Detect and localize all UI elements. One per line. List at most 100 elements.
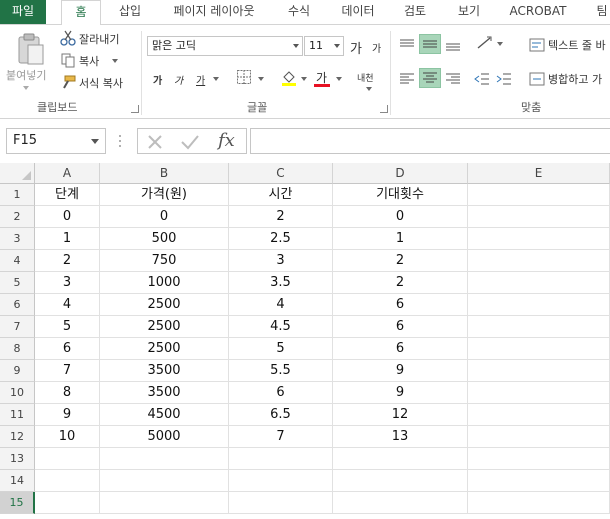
more-options-icon[interactable] — [118, 133, 122, 149]
cell-a2[interactable]: 0 — [35, 206, 100, 228]
cell-e11[interactable] — [468, 404, 610, 426]
cell-a3[interactable]: 1 — [35, 228, 100, 250]
phonetic-button[interactable]: 내천 — [357, 71, 374, 84]
cell-b3[interactable]: 500 — [100, 228, 229, 250]
tab-acrobat[interactable]: ACROBAT — [503, 0, 573, 24]
borders-icon[interactable] — [236, 69, 252, 85]
orientation-dropdown-arrow[interactable] — [497, 42, 503, 46]
cell-d7[interactable]: 6 — [333, 316, 468, 338]
cell-d14[interactable] — [333, 470, 468, 492]
copy-button[interactable]: 복사 — [79, 53, 99, 69]
decrease-indent-icon[interactable] — [474, 71, 490, 85]
cell-d8[interactable]: 6 — [333, 338, 468, 360]
column-header-b[interactable]: B — [100, 163, 229, 184]
cell-a14[interactable] — [35, 470, 100, 492]
wrap-text-button[interactable]: 텍스트 줄 바 — [548, 37, 606, 53]
cell-c1[interactable]: 시간 — [229, 184, 333, 206]
cell-b11[interactable]: 4500 — [100, 404, 229, 426]
cell-c10[interactable]: 6 — [229, 382, 333, 404]
paste-icon[interactable] — [14, 31, 48, 67]
row-header-11[interactable]: 11 — [0, 404, 35, 426]
cell-b7[interactable]: 2500 — [100, 316, 229, 338]
cell-a11[interactable]: 9 — [35, 404, 100, 426]
cell-c3[interactable]: 2.5 — [229, 228, 333, 250]
row-header-12[interactable]: 12 — [0, 426, 35, 448]
align-bottom-icon[interactable] — [445, 37, 461, 51]
cell-d6[interactable]: 6 — [333, 294, 468, 316]
row-header-5[interactable]: 5 — [0, 272, 35, 294]
row-header-8[interactable]: 8 — [0, 338, 35, 360]
cell-e2[interactable] — [468, 206, 610, 228]
cell-c7[interactable]: 4.5 — [229, 316, 333, 338]
row-header-6[interactable]: 6 — [0, 294, 35, 316]
spreadsheet-grid[interactable]: A B C D E 1 단계 가격(원) 시간 기대횟수 2 0 0 2 0 3 1 500 2.5 1 4 2 750 3 2… — [0, 163, 610, 519]
cell-c4[interactable]: 3 — [229, 250, 333, 272]
cell-e4[interactable] — [468, 250, 610, 272]
cell-d3[interactable]: 1 — [333, 228, 468, 250]
cell-a6[interactable]: 4 — [35, 294, 100, 316]
tab-view[interactable]: 보기 — [449, 0, 489, 24]
cell-e9[interactable] — [468, 360, 610, 382]
cell-b8[interactable]: 2500 — [100, 338, 229, 360]
column-header-c[interactable]: C — [229, 163, 333, 184]
row-header-15[interactable]: 15 — [0, 492, 35, 514]
format-painter-icon[interactable] — [60, 74, 76, 90]
cell-b13[interactable] — [100, 448, 229, 470]
cell-e10[interactable] — [468, 382, 610, 404]
cell-b1[interactable]: 가격(원) — [100, 184, 229, 206]
row-header-4[interactable]: 4 — [0, 250, 35, 272]
tab-file[interactable]: 파일 — [0, 0, 46, 24]
cell-b6[interactable]: 2500 — [100, 294, 229, 316]
cut-button[interactable]: 잘라내기 — [79, 31, 119, 47]
cell-a12[interactable]: 10 — [35, 426, 100, 448]
cell-c14[interactable] — [229, 470, 333, 492]
column-header-a[interactable]: A — [35, 163, 100, 184]
row-header-10[interactable]: 10 — [0, 382, 35, 404]
font-name-select[interactable]: 맑은 고딕 — [147, 36, 303, 56]
merge-center-button[interactable]: 병합하고 가 — [548, 71, 602, 87]
cell-e3[interactable] — [468, 228, 610, 250]
cell-e15[interactable] — [468, 492, 610, 514]
tab-page-layout[interactable]: 페이지 레이아웃 — [162, 0, 266, 24]
cell-e12[interactable] — [468, 426, 610, 448]
cell-b15[interactable] — [100, 492, 229, 514]
italic-button[interactable]: 가 — [174, 72, 183, 87]
font-color-dropdown-arrow[interactable] — [336, 77, 342, 81]
tab-review[interactable]: 검토 — [395, 0, 435, 24]
cell-a10[interactable]: 8 — [35, 382, 100, 404]
font-dialog-launcher[interactable] — [380, 105, 388, 113]
paste-button-label[interactable]: 붙여넣기 — [6, 67, 46, 83]
cancel-icon[interactable] — [146, 133, 164, 151]
select-all-button[interactable] — [0, 163, 35, 184]
tab-team[interactable]: 팀 — [590, 0, 610, 24]
cell-a1[interactable]: 단계 — [35, 184, 100, 206]
cell-c6[interactable]: 4 — [229, 294, 333, 316]
cell-b5[interactable]: 1000 — [100, 272, 229, 294]
cell-e14[interactable] — [468, 470, 610, 492]
cell-e7[interactable] — [468, 316, 610, 338]
cell-b4[interactable]: 750 — [100, 250, 229, 272]
name-box[interactable]: F15 — [6, 128, 106, 154]
cell-e6[interactable] — [468, 294, 610, 316]
cell-d11[interactable]: 12 — [333, 404, 468, 426]
phonetic-dropdown-arrow[interactable] — [366, 87, 372, 91]
cell-c15[interactable] — [229, 492, 333, 514]
grow-font-button[interactable]: 가 — [350, 38, 362, 57]
copy-icon[interactable] — [60, 52, 76, 68]
borders-dropdown-arrow[interactable] — [258, 77, 264, 81]
cell-c11[interactable]: 6.5 — [229, 404, 333, 426]
cell-b2[interactable]: 0 — [100, 206, 229, 228]
cell-a15[interactable] — [35, 492, 100, 514]
cell-b14[interactable] — [100, 470, 229, 492]
tab-data[interactable]: 데이터 — [332, 0, 384, 24]
cell-d13[interactable] — [333, 448, 468, 470]
tab-formulas[interactable]: 수식 — [279, 0, 319, 24]
bold-button[interactable]: 가 — [153, 72, 162, 87]
enter-check-icon[interactable] — [180, 133, 200, 151]
cell-a4[interactable]: 2 — [35, 250, 100, 272]
merge-center-icon[interactable] — [529, 71, 545, 86]
column-header-d[interactable]: D — [333, 163, 468, 184]
cell-c12[interactable]: 7 — [229, 426, 333, 448]
cell-b12[interactable]: 5000 — [100, 426, 229, 448]
insert-function-button[interactable]: fx — [218, 130, 242, 152]
